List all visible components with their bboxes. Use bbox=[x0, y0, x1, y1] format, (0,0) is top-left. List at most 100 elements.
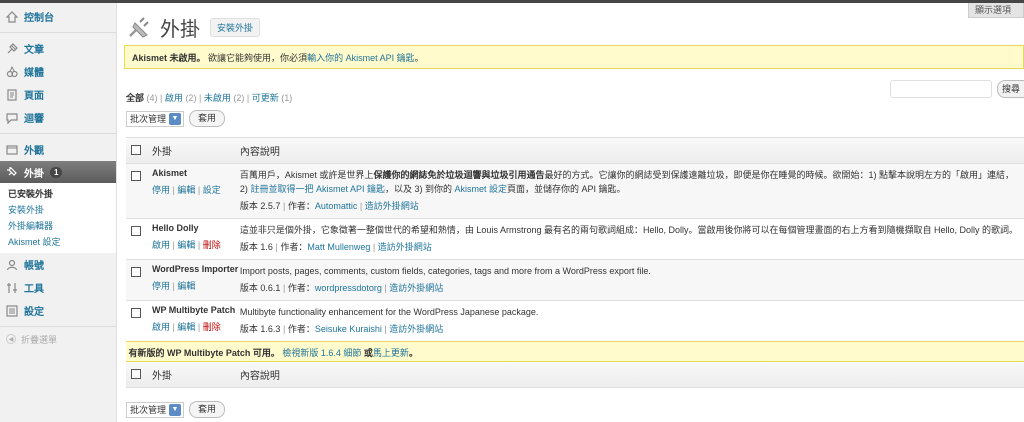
settings-link[interactable]: 設定 bbox=[203, 185, 221, 195]
menu-tools[interactable]: 工具 bbox=[0, 276, 116, 299]
author-link[interactable]: Matt Mullenweg bbox=[307, 242, 370, 252]
plugin-update-notice-row: 有新版的 WP Multibyte Patch 可用。 檢視新版 1.6.4 細… bbox=[126, 341, 1024, 362]
bulk-actions-select[interactable]: 批次管理 ▼ bbox=[126, 110, 185, 127]
description-text: 百萬用戶，Akismet 或許是世界上 bbox=[239, 170, 374, 180]
plugin-checkbox[interactable] bbox=[131, 170, 141, 181]
bulk-actions-select[interactable]: 批次管理 ▼ bbox=[126, 401, 185, 418]
submenu-installed-plugins[interactable]: 已安裝外掛 bbox=[8, 186, 116, 202]
filter-upgrade-count: (1) bbox=[281, 93, 293, 103]
menu-posts-label: 文章 bbox=[24, 45, 44, 56]
select-all-checkbox[interactable] bbox=[131, 145, 141, 156]
plugin-update-count-badge: 1 bbox=[50, 166, 63, 178]
plugin-version: 版本 1.6.3 bbox=[239, 324, 281, 334]
plugin-actions: 停用 | 編輯 bbox=[151, 281, 196, 291]
deactivate-link[interactable]: 停用 bbox=[152, 185, 170, 195]
filter-separator: | bbox=[160, 93, 163, 103]
plugin-search-input[interactable] bbox=[890, 80, 992, 98]
menu-pages[interactable]: 頁面 bbox=[0, 83, 116, 106]
bulk-actions-value: 批次管理 bbox=[130, 405, 167, 415]
comment-icon bbox=[5, 111, 19, 125]
edit-link[interactable]: 編輯 bbox=[177, 281, 195, 291]
column-header-description: 內容說明 bbox=[239, 137, 1024, 164]
submenu-plugin-editor[interactable]: 外掛編輯器 bbox=[8, 218, 116, 234]
screen-options-button[interactable]: 顯示選項 bbox=[967, 3, 1024, 18]
menu-media-label: 媒體 bbox=[24, 68, 44, 79]
filter-inactive[interactable]: 未啟用 bbox=[204, 93, 231, 103]
filter-separator: | bbox=[246, 93, 250, 103]
visit-plugin-site-link[interactable]: 造訪外掛網站 bbox=[365, 201, 419, 211]
plugin-checkbox[interactable] bbox=[131, 266, 141, 277]
author-link[interactable]: Automattic bbox=[315, 201, 358, 211]
add-new-plugin-button[interactable]: 安裝外掛 bbox=[210, 18, 261, 37]
edit-link[interactable]: 編輯 bbox=[177, 240, 195, 250]
delete-link[interactable]: 刪除 bbox=[203, 322, 221, 332]
menu-settings[interactable]: 設定 bbox=[0, 299, 116, 322]
plugin-title-cell: Hello Dolly 啟用 | 編輯 | 刪除 bbox=[146, 218, 240, 260]
activate-link[interactable]: 啟用 bbox=[152, 240, 170, 250]
visit-plugin-site-link[interactable]: 造訪外掛網站 bbox=[378, 242, 432, 252]
plugin-meta: 版本 2.5.7 | 作者：Automattic | 造訪外掛網站 bbox=[239, 201, 419, 211]
view-version-details-link[interactable]: 檢視新版 1.6.4 細節 bbox=[282, 348, 361, 358]
author-prefix: 作者： bbox=[287, 201, 315, 211]
notice-title: Akismet 未啟用。 bbox=[132, 52, 206, 63]
edit-link[interactable]: 編輯 bbox=[177, 185, 195, 195]
visit-plugin-site-link[interactable]: 造訪外掛網站 bbox=[389, 283, 443, 293]
page-header: 外掛 安裝外掛 bbox=[126, 13, 261, 42]
notice-text: 欲讓它能夠使用，你必須 bbox=[208, 52, 308, 63]
author-prefix: 作者： bbox=[287, 324, 315, 334]
submenu-add-plugin[interactable]: 安裝外掛 bbox=[8, 202, 116, 218]
menu-plugins[interactable]: 外掛 1 bbox=[0, 161, 116, 183]
edit-link[interactable]: 編輯 bbox=[177, 322, 195, 332]
plugin-meta: 版本 0.6.1 | 作者：wordpressdotorg | 造訪外掛網站 bbox=[239, 283, 444, 293]
filter-all[interactable]: 全部 bbox=[126, 93, 144, 103]
menu-tools-label: 工具 bbox=[24, 284, 44, 295]
delete-link[interactable]: 刪除 bbox=[203, 240, 221, 250]
plugin-description-cell: Import posts, pages, comments, custom fi… bbox=[239, 259, 1024, 301]
visit-plugin-site-link[interactable]: 造訪外掛網站 bbox=[389, 324, 443, 334]
menu-comments[interactable]: 迴響 bbox=[0, 106, 116, 129]
menu-media[interactable]: 媒體 bbox=[0, 60, 116, 83]
collapse-menu-button[interactable]: ◀ 折疊選單 bbox=[0, 331, 116, 347]
plugin-update-notice: 有新版的 WP Multibyte Patch 可用。 檢視新版 1.6.4 細… bbox=[126, 341, 1024, 362]
appearance-icon bbox=[5, 143, 19, 157]
plugins-submenu: 已安裝外掛 安裝外掛 外掛編輯器 Akismet 設定 bbox=[0, 183, 116, 253]
plugins-table: 外掛 內容說明 Akismet 停用 | 編輯 | 設定 百萬用戶，Akisme… bbox=[126, 137, 1024, 388]
filter-upgrade[interactable]: 可更新 bbox=[252, 93, 279, 103]
activate-link[interactable]: 啟用 bbox=[152, 322, 170, 332]
menu-posts[interactable]: 文章 bbox=[0, 37, 116, 60]
deactivate-link[interactable]: 停用 bbox=[152, 281, 170, 291]
menu-users[interactable]: 帳號 bbox=[0, 253, 116, 276]
apply-button[interactable]: 套用 bbox=[189, 401, 226, 418]
plugin-actions: 停用 | 編輯 | 設定 bbox=[151, 185, 221, 195]
menu-appearance-label: 外觀 bbox=[24, 146, 44, 157]
column-header-plugin: 外掛 bbox=[146, 137, 240, 164]
select-all-checkbox[interactable] bbox=[131, 369, 141, 380]
collapse-menu-label: 折疊選單 bbox=[21, 334, 58, 345]
filter-inactive-count: (2) bbox=[233, 93, 245, 103]
submenu-akismet-settings[interactable]: Akismet 設定 bbox=[8, 234, 116, 250]
filter-active[interactable]: 啟用 bbox=[165, 93, 183, 103]
akismet-settings-link[interactable]: Akismet 設定 bbox=[454, 184, 507, 194]
plugin-description: Import posts, pages, comments, custom fi… bbox=[239, 266, 651, 276]
plugin-name: Hello Dolly bbox=[151, 223, 199, 233]
author-link[interactable]: wordpressdotorg bbox=[315, 283, 382, 293]
settings-icon bbox=[5, 304, 19, 318]
chevron-down-icon: ▼ bbox=[169, 112, 182, 125]
author-link[interactable]: Seisuke Kuraishi bbox=[315, 324, 382, 334]
menu-comments-label: 迴響 bbox=[24, 114, 44, 125]
plugin-checkbox[interactable] bbox=[131, 307, 141, 318]
table-header-row: 外掛 內容說明 bbox=[126, 137, 1024, 164]
table-footer-row: 外掛 內容說明 bbox=[126, 361, 1024, 388]
menu-dashboard[interactable]: 控制台 bbox=[0, 5, 116, 28]
register-api-key-link[interactable]: 註冊並取得一把 Akismet API 鑰匙 bbox=[250, 184, 385, 194]
menu-appearance[interactable]: 外觀 bbox=[0, 138, 116, 161]
plugin-checkbox[interactable] bbox=[131, 225, 141, 236]
collapse-arrow-icon: ◀ bbox=[6, 334, 16, 344]
apply-button[interactable]: 套用 bbox=[189, 110, 226, 127]
checkbox-cell bbox=[126, 218, 147, 260]
plugin-icon bbox=[5, 165, 19, 179]
search-plugins-button[interactable]: 搜尋 bbox=[997, 80, 1024, 98]
notice-api-key-link[interactable]: 輸入你的 Akismet API 鑰匙 bbox=[307, 51, 415, 64]
update-now-link[interactable]: 馬上更新 bbox=[373, 348, 409, 358]
plugin-version: 版本 0.6.1 bbox=[239, 283, 281, 293]
